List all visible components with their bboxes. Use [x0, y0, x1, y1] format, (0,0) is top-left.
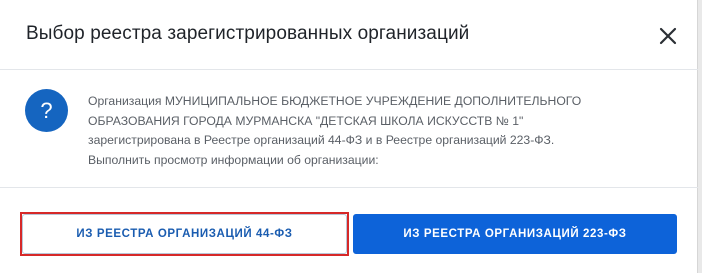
registry-select-dialog: Выбор реестра зарегистрированных организ… [0, 0, 698, 273]
registry-223-button[interactable]: ИЗ РЕЕСТРА ОРГАНИЗАЦИЙ 223-ФЗ [353, 214, 677, 254]
close-icon [659, 27, 677, 45]
dialog-title: Выбор реестра зарегистрированных организ… [26, 23, 470, 44]
message-line: зарегистрирована в Реестре организаций 4… [88, 133, 555, 147]
message-line: Организация МУНИЦИПАЛЬНОЕ БЮДЖЕТНОЕ УЧРЕ… [88, 94, 582, 108]
dialog-footer: ИЗ РЕЕСТРА ОРГАНИЗАЦИЙ 44-ФЗ ИЗ РЕЕСТРА … [0, 188, 698, 273]
message-text: Организация МУНИЦИПАЛЬНОЕ БЮДЖЕТНОЕ УЧРЕ… [88, 92, 678, 170]
registry-44-button[interactable]: ИЗ РЕЕСТРА ОРГАНИЗАЦИЙ 44-ФЗ [22, 214, 347, 254]
message-line: Выполнить просмотр информации об организ… [88, 152, 379, 167]
question-icon: ? [25, 89, 68, 132]
message-line: ОБРАЗОВАНИЯ ГОРОДА МУРМАНСКА "ДЕТСКАЯ ШК… [88, 113, 524, 128]
dialog-header: Выбор реестра зарегистрированных организ… [0, 0, 698, 70]
close-button[interactable] [652, 20, 684, 52]
dialog-body: ? Организация МУНИЦИПАЛЬНОЕ БЮДЖЕТНОЕ УЧ… [0, 70, 698, 188]
